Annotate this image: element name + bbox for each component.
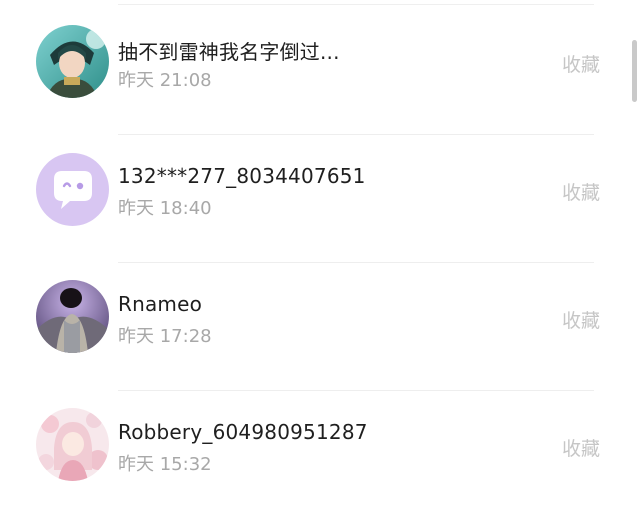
- favorite-button[interactable]: 收藏: [562, 434, 600, 461]
- username: Rnameo: [118, 292, 203, 316]
- timestamp: 昨天 17:28: [118, 326, 212, 347]
- list-item[interactable]: 抽不到雷神我名字倒过... 昨天 21:08 收藏: [0, 0, 640, 128]
- favorite-button[interactable]: 收藏: [562, 306, 600, 333]
- timestamp: 昨天 15:32: [118, 454, 212, 475]
- list-item[interactable]: Robbery_604980951287 昨天 15:32 收藏: [0, 384, 640, 507]
- list-item[interactable]: Rnameo 昨天 17:28 收藏: [0, 256, 640, 384]
- scrollbar[interactable]: [632, 40, 637, 102]
- username: 抽不到雷神我名字倒过...: [118, 40, 340, 64]
- default-chat-bubble-avatar-icon[interactable]: [36, 153, 109, 226]
- photo-avatar-icon[interactable]: [36, 280, 109, 353]
- received-likes-page: 抽不到雷神我名字倒过... 昨天 21:08 收藏 132***277_8034…: [0, 0, 640, 507]
- username: Robbery_604980951287: [118, 420, 368, 444]
- pink-anime-girl-avatar-icon[interactable]: [36, 408, 109, 481]
- favorite-button[interactable]: 收藏: [562, 50, 600, 77]
- list-item[interactable]: 132***277_8034407651 昨天 18:40 收藏: [0, 128, 640, 256]
- timestamp: 昨天 18:40: [118, 198, 212, 219]
- favorite-button[interactable]: 收藏: [562, 178, 600, 205]
- timestamp: 昨天 21:08: [118, 70, 212, 91]
- anime-boy-avatar-icon[interactable]: [36, 25, 109, 98]
- username: 132***277_8034407651: [118, 164, 366, 188]
